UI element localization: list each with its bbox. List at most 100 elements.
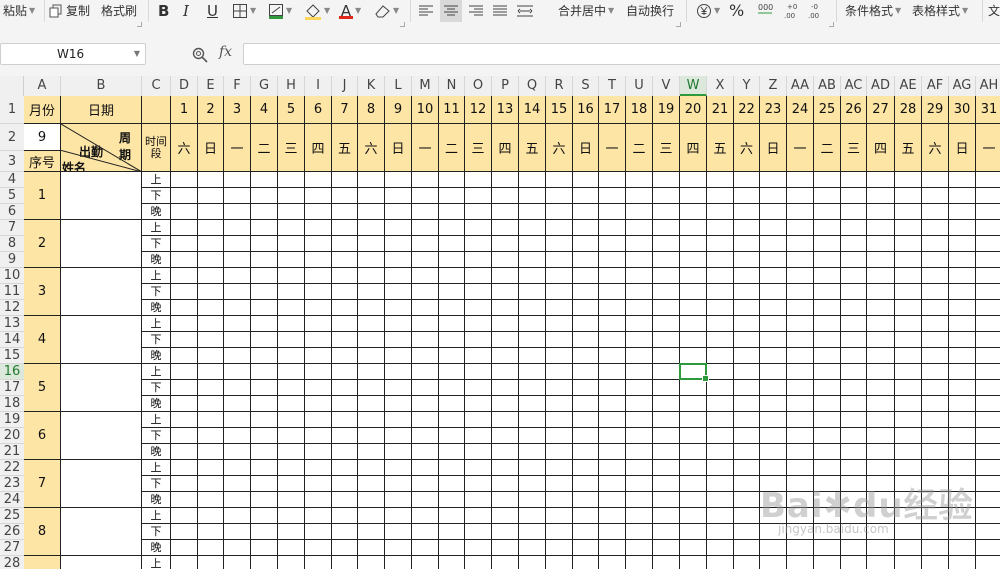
decrease-decimal-icon[interactable]: -0.00 [806,0,826,22]
attendance-cell[interactable] [385,316,412,332]
attendance-cell[interactable] [332,396,358,412]
attendance-cell[interactable] [224,412,251,428]
attendance-cell[interactable] [439,348,465,364]
attendance-cell[interactable] [332,220,358,236]
attendance-cell[interactable] [680,380,707,396]
period-cell[interactable]: 上 [142,316,171,332]
attendance-cell[interactable] [680,348,707,364]
attendance-cell[interactable] [224,556,251,569]
attendance-cell[interactable] [171,524,198,540]
column-header-L[interactable]: L [385,76,412,96]
attendance-cell[interactable] [734,188,760,204]
attendance-cell[interactable] [385,460,412,476]
attendance-cell[interactable] [573,412,599,428]
attendance-cell[interactable] [519,284,546,300]
attendance-cell[interactable] [922,412,949,428]
row-header-10[interactable]: 10 [0,268,24,284]
attendance-cell[interactable] [332,300,358,316]
attendance-cell[interactable] [707,252,734,268]
attendance-cell[interactable] [867,284,895,300]
period-cell[interactable]: 晚 [142,252,171,268]
attendance-header-cell[interactable]: 周期 出勤 姓名 [61,124,142,172]
weekday-cell[interactable]: 五 [519,124,546,172]
attendance-cell[interactable] [492,444,519,460]
period-cell[interactable]: 下 [142,476,171,492]
column-header-M[interactable]: M [412,76,439,96]
attendance-cell[interactable] [439,556,465,569]
attendance-cell[interactable] [895,284,922,300]
weekday-cell[interactable]: 六 [922,124,949,172]
attendance-cell[interactable] [465,380,492,396]
month-value-cell[interactable]: 9 [24,124,61,151]
name-cell[interactable] [61,220,142,268]
attendance-cell[interactable] [841,316,867,332]
attendance-cell[interactable] [653,220,680,236]
attendance-cell[interactable] [439,204,465,220]
attendance-cell[interactable] [949,492,976,508]
attendance-cell[interactable] [734,476,760,492]
weekday-cell[interactable]: 三 [278,124,305,172]
attendance-cell[interactable] [385,268,412,284]
attendance-cell[interactable] [734,556,760,569]
attendance-cell[interactable] [465,396,492,412]
attendance-cell[interactable] [841,524,867,540]
attendance-cell[interactable] [251,540,278,556]
row-header-26[interactable]: 26 [0,524,24,540]
attendance-cell[interactable] [949,412,976,428]
attendance-cell[interactable] [976,444,1000,460]
attendance-cell[interactable] [171,252,198,268]
attendance-cell[interactable] [599,316,626,332]
row-header-17[interactable]: 17 [0,380,24,396]
attendance-cell[interactable] [278,172,305,188]
attendance-cell[interactable] [922,284,949,300]
attendance-cell[interactable] [492,492,519,508]
attendance-cell[interactable] [760,300,787,316]
attendance-cell[interactable] [841,284,867,300]
attendance-cell[interactable] [760,364,787,380]
attendance-cell[interactable] [867,348,895,364]
attendance-cell[interactable] [546,444,573,460]
attendance-cell[interactable] [439,540,465,556]
attendance-cell[interactable] [922,300,949,316]
attendance-cell[interactable] [976,204,1000,220]
column-header-I[interactable]: I [305,76,332,96]
attendance-cell[interactable] [841,236,867,252]
attendance-cell[interactable] [171,412,198,428]
attendance-cell[interactable] [439,460,465,476]
attendance-cell[interactable] [439,444,465,460]
name-cell[interactable] [61,172,142,220]
attendance-cell[interactable] [707,428,734,444]
period-cell[interactable]: 晚 [142,492,171,508]
attendance-cell[interactable] [734,380,760,396]
attendance-cell[interactable] [224,476,251,492]
attendance-cell[interactable] [922,364,949,380]
attendance-cell[interactable] [760,476,787,492]
attendance-cell[interactable] [332,332,358,348]
attendance-cell[interactable] [976,556,1000,569]
serial-label-cell[interactable]: 序号 [24,151,61,172]
attendance-cell[interactable] [734,396,760,412]
attendance-cell[interactable] [465,252,492,268]
attendance-cell[interactable] [573,188,599,204]
attendance-cell[interactable] [278,412,305,428]
attendance-cell[interactable] [251,252,278,268]
attendance-cell[interactable] [358,172,385,188]
attendance-cell[interactable] [573,396,599,412]
attendance-cell[interactable] [573,524,599,540]
attendance-cell[interactable] [573,220,599,236]
attendance-cell[interactable] [305,220,332,236]
attendance-cell[interactable] [224,300,251,316]
attendance-cell[interactable] [814,540,841,556]
attendance-cell[interactable] [626,428,653,444]
attendance-cell[interactable] [385,284,412,300]
attendance-cell[interactable] [707,444,734,460]
attendance-cell[interactable] [224,172,251,188]
attendance-cell[interactable] [412,316,439,332]
attendance-cell[interactable] [278,268,305,284]
day-cell[interactable]: 26 [841,96,867,124]
attendance-cell[interactable] [198,204,224,220]
attendance-cell[interactable] [412,268,439,284]
attendance-cell[interactable] [439,284,465,300]
attendance-cell[interactable] [734,524,760,540]
column-header-AC[interactable]: AC [841,76,867,96]
